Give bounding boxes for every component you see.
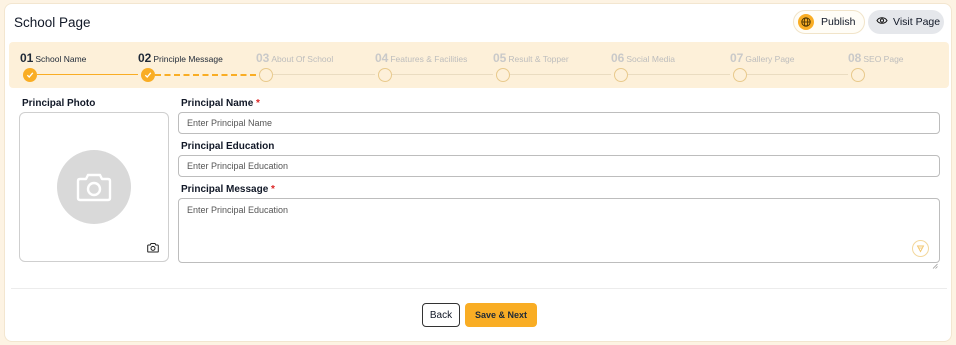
step-8-circle-icon	[851, 68, 865, 82]
step-1-label: School Name	[35, 54, 87, 64]
required-mark: *	[271, 184, 275, 195]
step-3-circle-icon	[259, 68, 273, 82]
step-4-circle-icon	[378, 68, 392, 82]
school-page-card: School Page Publish Visit Page 01 School …	[4, 3, 952, 342]
visit-page-label: Visit Page	[893, 16, 941, 28]
step-1[interactable]: 01 School Name	[20, 51, 86, 65]
step-2[interactable]: 02 Principle Message	[138, 51, 223, 65]
step-7-number: 07	[730, 51, 744, 65]
step-6[interactable]: 06 Social Media	[611, 51, 675, 65]
principal-message-label-text: Principal Message	[181, 184, 269, 195]
step-connector-3	[273, 74, 375, 75]
step-connector-6	[628, 74, 730, 75]
publish-label: Publish	[821, 16, 856, 28]
resize-handle-icon[interactable]	[932, 256, 938, 274]
step-connector-5	[510, 74, 611, 75]
principal-photo-upload[interactable]	[19, 112, 169, 262]
footer-divider	[11, 288, 947, 289]
principal-message-placeholder: Enter Principal Education	[187, 205, 289, 215]
step-5-circle-icon	[496, 68, 510, 82]
step-6-label: Social Media	[626, 54, 676, 64]
step-connector-4	[392, 74, 493, 75]
page-title: School Page	[14, 15, 91, 30]
principal-name-input[interactable]: Enter Principal Name	[178, 112, 940, 134]
step-5-label: Result & Topper	[508, 54, 569, 64]
step-connector-1	[37, 74, 138, 75]
principal-photo-label: Principal Photo	[22, 98, 96, 109]
eye-icon	[876, 16, 888, 28]
step-3-label: About Of School	[271, 54, 334, 64]
step-8-number: 08	[848, 51, 862, 65]
save-next-button[interactable]: Save & Next	[465, 303, 537, 327]
principal-name-label-text: Principal Name	[181, 98, 254, 109]
step-8[interactable]: 08 SEO Page	[848, 51, 904, 65]
step-1-number: 01	[20, 51, 34, 65]
step-3-number: 03	[256, 51, 270, 65]
step-3[interactable]: 03 About Of School	[256, 51, 333, 65]
publish-button[interactable]: Publish	[793, 10, 865, 34]
principal-name-label: Principal Name *	[181, 98, 260, 109]
step-2-number: 02	[138, 51, 152, 65]
grammar-assist-icon[interactable]	[912, 240, 929, 257]
step-5[interactable]: 05 Result & Topper	[493, 51, 569, 65]
step-4-number: 04	[375, 51, 389, 65]
camera-icon	[76, 173, 112, 202]
step-8-label: SEO Page	[863, 54, 904, 64]
upload-camera-icon[interactable]	[147, 240, 159, 258]
step-7[interactable]: 07 Gallery Page	[730, 51, 795, 65]
principal-education-label: Principal Education	[181, 141, 275, 152]
required-mark: *	[256, 98, 260, 109]
principal-name-placeholder: Enter Principal Name	[187, 118, 273, 128]
step-2-label: Principle Message	[153, 54, 223, 64]
step-6-circle-icon	[614, 68, 628, 82]
principal-message-label: Principal Message *	[181, 184, 275, 195]
step-4[interactable]: 04 Features & Facilities	[375, 51, 467, 65]
back-button[interactable]: Back	[422, 303, 460, 327]
step-6-number: 06	[611, 51, 625, 65]
progress-stepper: 01 School Name 02 Principle Message 03 Abou…	[9, 42, 949, 88]
principal-message-textarea[interactable]: Enter Principal Education	[178, 198, 940, 263]
visit-page-button[interactable]: Visit Page	[868, 10, 944, 34]
step-5-number: 05	[493, 51, 507, 65]
principal-education-input[interactable]: Enter Principal Education	[178, 155, 940, 177]
step-4-label: Features & Facilities	[390, 54, 468, 64]
globe-icon	[798, 14, 814, 30]
step-2-check-icon	[141, 68, 155, 82]
photo-placeholder	[57, 150, 131, 224]
step-connector-7	[747, 74, 848, 75]
step-1-check-icon	[23, 68, 37, 82]
step-connector-2	[155, 74, 256, 76]
step-7-circle-icon	[733, 68, 747, 82]
step-7-label: Gallery Page	[745, 54, 795, 64]
principal-education-placeholder: Enter Principal Education	[187, 161, 289, 171]
